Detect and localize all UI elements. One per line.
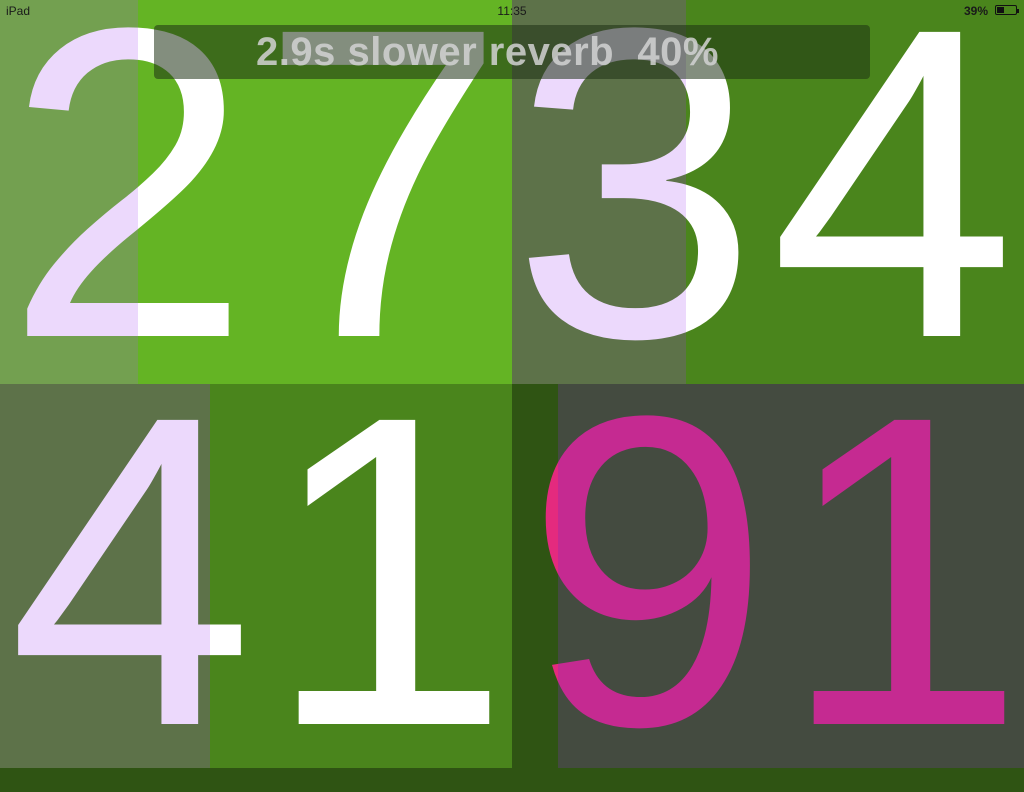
digit-bottom-3: 9 xyxy=(525,350,558,792)
digit-bottom-1[interactable]: 4 xyxy=(8,350,210,792)
battery-percent: 39% xyxy=(963,4,988,18)
digit-bottom-4[interactable]: 1 xyxy=(780,350,1024,792)
status-time: 11:35 xyxy=(497,4,527,18)
digit-top-1[interactable]: 2 xyxy=(5,0,138,404)
battery-fill xyxy=(997,7,1005,13)
battery-icon xyxy=(995,5,1019,15)
digit-bottom-3-right[interactable]: 9 xyxy=(558,350,798,792)
digit-bottom-2[interactable]: 1 xyxy=(265,350,511,792)
digit-bottom-1-right: 4 xyxy=(210,350,260,792)
status-bar: iPad 11:35 39% xyxy=(0,0,1024,20)
overlay-text: 2.9s slower reverb 40% xyxy=(256,30,719,74)
